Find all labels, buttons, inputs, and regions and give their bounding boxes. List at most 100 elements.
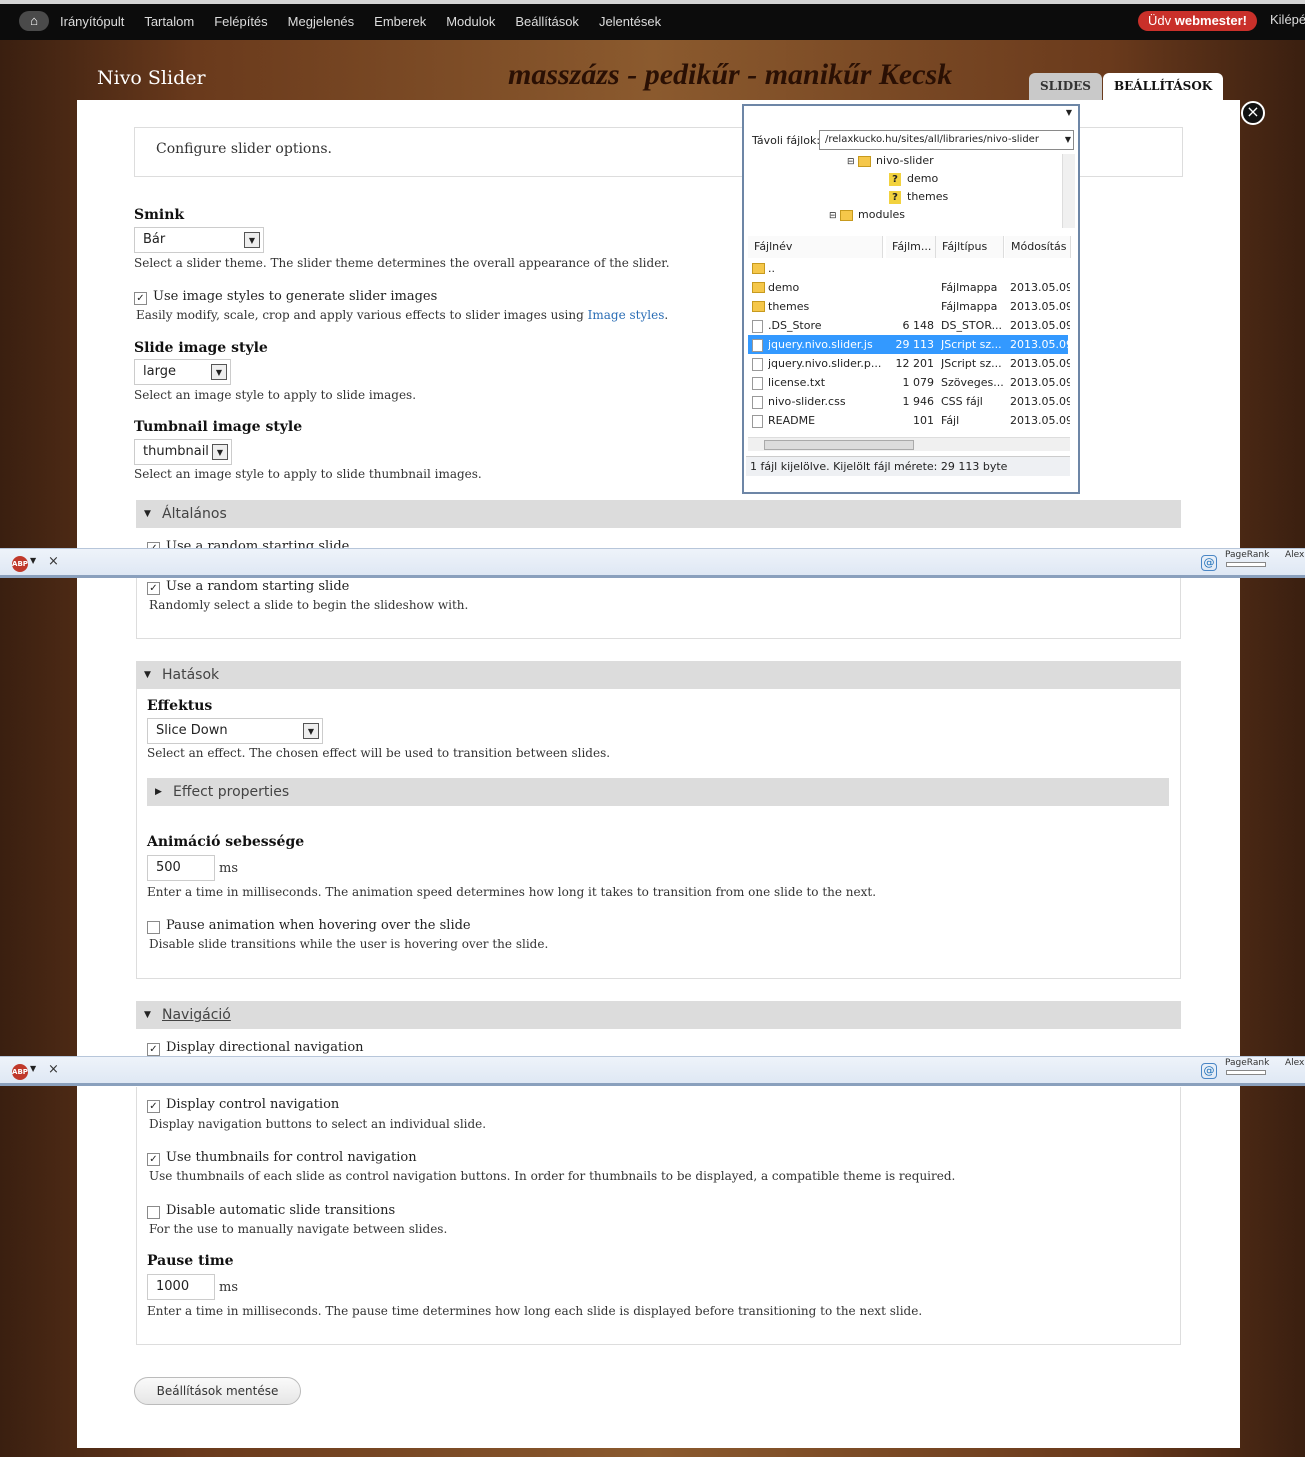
- file-row[interactable]: ..: [748, 259, 1068, 278]
- thumb-style-select[interactable]: thumbnail ▼: [134, 439, 232, 465]
- alexa-label: Alex: [1285, 1058, 1305, 1068]
- close-icon[interactable]: ×: [48, 1062, 59, 1077]
- menu-item-reports[interactable]: Jelentések: [599, 10, 671, 33]
- file-modified: 2013.05.09.: [1010, 414, 1070, 427]
- slide-style-value: large: [143, 364, 176, 379]
- file-name: README: [768, 414, 816, 427]
- thumbs-nav-desc: Use thumbnails of each slide as control …: [149, 1169, 956, 1183]
- at-sign-icon[interactable]: @: [1201, 555, 1217, 571]
- tree-scrollbar[interactable]: [1062, 154, 1075, 228]
- logout-link[interactable]: Kilépé: [1270, 12, 1305, 27]
- menu-item-people[interactable]: Emberek: [374, 10, 436, 33]
- use-image-styles-checkbox[interactable]: ✓: [134, 292, 147, 305]
- file-modified: 2013.05.09.: [1010, 395, 1070, 408]
- greeting-user: webmester!: [1174, 13, 1247, 28]
- menu-item-dashboard[interactable]: Irányítópult: [60, 10, 134, 33]
- file-manager-window: ▼ Távoli fájlok: /relaxkucko.hu/sites/al…: [742, 104, 1080, 494]
- menu-item-modules[interactable]: Modulok: [446, 10, 505, 33]
- chevron-down-icon: ▼: [211, 364, 227, 380]
- random-start-checkbox[interactable]: ✓: [147, 582, 160, 595]
- adblock-icon[interactable]: ABP: [12, 556, 28, 572]
- user-greeting[interactable]: Üdv webmester!: [1138, 11, 1257, 31]
- file-row[interactable]: nivo-slider.css 1 946 CSS fájl 2013.05.09.: [748, 392, 1070, 411]
- slide-style-desc: Select an image style to apply to slide …: [134, 388, 417, 402]
- file-modified: 2013.05.09.: [1010, 376, 1070, 389]
- tree-node-themes[interactable]: ? themes: [889, 190, 948, 204]
- pause-hover-label: Pause animation when hovering over the s…: [166, 918, 471, 933]
- use-image-styles-desc: Easily modify, scale, crop and apply var…: [136, 308, 668, 322]
- manual-advance-checkbox[interactable]: [147, 1206, 160, 1219]
- scrollbar-thumb[interactable]: [764, 440, 914, 450]
- folder-icon: [858, 155, 872, 167]
- tab-settings[interactable]: BEÁLLÍTÁSOK: [1103, 73, 1224, 100]
- chevron-down-icon[interactable]: ▼: [30, 556, 36, 565]
- alexa-label: Alex: [1285, 550, 1305, 560]
- remote-path-value: /relaxkucko.hu/sites/all/libraries/nivo-…: [825, 134, 1039, 145]
- file-row[interactable]: themes Fájlmappa 2013.05.09.: [748, 297, 1070, 316]
- tree-node-demo[interactable]: ? demo: [889, 172, 938, 186]
- thumbs-nav-checkbox[interactable]: ✓: [147, 1153, 160, 1166]
- chevron-down-icon[interactable]: ▼: [30, 1064, 36, 1073]
- control-nav-checkbox[interactable]: ✓: [147, 1100, 160, 1113]
- speed-input[interactable]: 500: [147, 855, 215, 881]
- chevron-down-icon[interactable]: ▼: [1065, 135, 1071, 144]
- file-row[interactable]: .DS_Store 6 148 DS_STOR... 2013.05.09.: [748, 316, 1070, 335]
- theme-select[interactable]: Bár ▼: [134, 227, 264, 253]
- page-title: Nivo Slider: [97, 67, 206, 89]
- adblock-icon[interactable]: ABP: [12, 1064, 28, 1080]
- pause-hover-checkbox[interactable]: [147, 921, 160, 934]
- slide-style-select[interactable]: large ▼: [134, 359, 231, 385]
- file-row[interactable]: README 101 Fájl 2013.05.09.: [748, 411, 1070, 430]
- fieldset-general[interactable]: ▼ Általános: [136, 500, 1181, 528]
- home-icon[interactable]: ⌂: [19, 11, 49, 31]
- menu-item-settings[interactable]: Beállítások: [515, 10, 589, 33]
- remote-path-input[interactable]: /relaxkucko.hu/sites/all/libraries/nivo-…: [819, 130, 1074, 150]
- tree-node-nivo-slider[interactable]: ⊟ nivo-slider: [847, 154, 934, 167]
- effect-select[interactable]: Slice Down ▼: [147, 718, 323, 744]
- menu-item-content[interactable]: Tartalom: [144, 10, 204, 33]
- fieldset-navigation[interactable]: ▼ Navigáció: [136, 1001, 1181, 1029]
- tab-slides[interactable]: SLIDES: [1029, 73, 1102, 100]
- close-icon[interactable]: ×: [1241, 101, 1265, 125]
- fieldset-effect-properties[interactable]: ▶ Effect properties: [147, 778, 1169, 806]
- directional-nav-checkbox[interactable]: ✓: [147, 1043, 160, 1056]
- effect-label: Effektus: [147, 698, 213, 714]
- fieldset-navigation-legend: Navigáció: [162, 1007, 231, 1023]
- pause-time-input[interactable]: 1000: [147, 1274, 215, 1300]
- file-size: 1 946: [902, 395, 935, 408]
- menu-item-structure[interactable]: Felépítés: [214, 10, 277, 33]
- file-row[interactable]: demo Fájlmappa 2013.05.09.: [748, 278, 1070, 297]
- file-type: Fájlmappa: [941, 281, 998, 294]
- speed-desc: Enter a time in milliseconds. The animat…: [147, 885, 877, 899]
- file-name: nivo-slider.css: [768, 395, 846, 408]
- column-size[interactable]: Fájlm...: [886, 236, 936, 258]
- file-manager-status: 1 fájl kijelölve. Kijelölt fájl mérete: …: [746, 456, 1070, 476]
- file-row[interactable]: license.txt 1 079 Szöveges... 2013.05.09.: [748, 373, 1070, 392]
- save-settings-button[interactable]: Beállítások mentése: [134, 1377, 301, 1405]
- theme-desc: Select a slider theme. The slider theme …: [134, 256, 670, 270]
- admin-toolbar: ⌂ Irányítópult Tartalom Felépítés Megjel…: [0, 0, 1305, 40]
- remote-files-label: Távoli fájlok:: [752, 134, 821, 147]
- tree-node-modules[interactable]: ⊟ modules: [829, 208, 905, 221]
- menu-item-appearance[interactable]: Megjelenés: [288, 10, 365, 33]
- theme-label: Smink: [134, 207, 185, 223]
- image-styles-link[interactable]: Image styles: [588, 308, 665, 322]
- remote-address-bar: Távoli fájlok: /relaxkucko.hu/sites/all/…: [747, 130, 1077, 152]
- pause-time-desc: Enter a time in milliseconds. The pause …: [147, 1304, 923, 1318]
- unknown-folder-icon: ?: [889, 190, 901, 204]
- column-modified[interactable]: Módosítás: [1005, 236, 1071, 258]
- file-icon: [752, 396, 763, 409]
- folder-icon: [752, 301, 765, 312]
- close-icon[interactable]: ×: [48, 554, 59, 569]
- file-list-hscrollbar[interactable]: [748, 437, 1070, 451]
- chevron-down-icon[interactable]: ▼: [1066, 108, 1072, 117]
- random-start-label: Use a random starting slide: [166, 579, 350, 594]
- file-row[interactable]: jquery.nivo.slider.js 29 113 JScript sz...…: [748, 335, 1070, 354]
- file-row[interactable]: jquery.nivo.slider.p... 12 201 JScript sz.…: [748, 354, 1070, 373]
- column-name[interactable]: Fájlnév: [748, 236, 883, 258]
- column-type[interactable]: Fájltípus: [936, 236, 1004, 258]
- fieldset-effects[interactable]: ▼ Hatások: [136, 661, 1181, 689]
- manual-advance-desc: For the use to manually navigate between…: [149, 1222, 448, 1236]
- file-modified: 2013.05.09.: [1010, 281, 1070, 294]
- at-sign-icon[interactable]: @: [1201, 1063, 1217, 1079]
